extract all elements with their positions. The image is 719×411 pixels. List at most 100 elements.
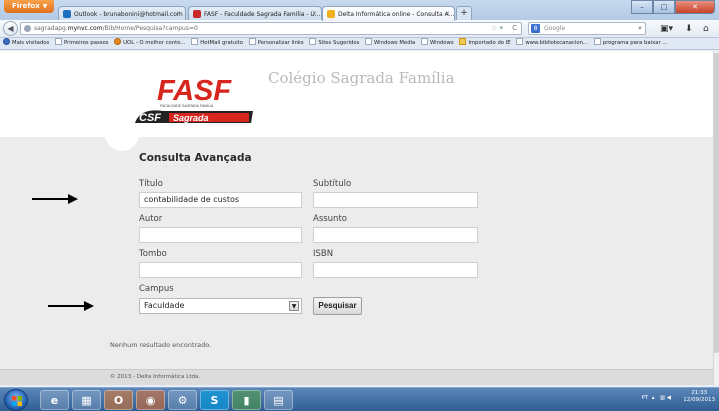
bookmark-item[interactable]: Importado do IE [459,38,511,49]
tab-label: FASF - Faculdade Sagrada Família - U... [204,11,321,18]
clock-time: 21:33 [691,390,708,396]
page-footer: © 2013 - Delta Informática Ltda. [0,369,713,385]
taskbar-skype-icon[interactable]: S [200,390,229,410]
assunto-field[interactable] [313,227,478,243]
address-bar[interactable]: sagradapg.mynvc.com/Bib/Home/Pesquisa?ca… [20,22,522,35]
system-tray[interactable]: PT ▴ ▥ ◀ [642,395,671,401]
logo-tagline: FACULDADE SAGRADA FAMÍLIA [160,104,214,108]
bookmark-label: Primeiros passos [63,40,109,46]
search-placeholder: Google [544,25,566,32]
bookmark-star-icon[interactable]: ☆ ▾ [491,23,503,34]
taskbar-firefox-icon[interactable]: ◉ [136,390,165,410]
page-icon [191,38,199,45]
close-tab-icon[interactable]: × [312,10,317,17]
bookmark-item[interactable]: Personalizar links [248,38,304,49]
dropdown-arrow-icon[interactable]: ▼ [289,301,299,311]
start-button[interactable] [4,389,28,411]
tab-delta[interactable]: Delta Informática online - Consulta A...… [322,6,455,21]
taskbar-office-icon[interactable]: O [104,390,133,410]
bookmark-item[interactable]: www.bibliotecanacion... [516,38,588,49]
bookmark-label: Sites Sugeridos [318,40,360,46]
new-tab-button[interactable]: + [456,6,472,20]
taskbar-winrar-icon[interactable]: ▮ [232,390,261,410]
uol-icon [114,38,122,45]
autor-label: Autor [139,214,163,224]
tray-arrow-icon[interactable]: ▴ [650,395,658,401]
network-icon[interactable]: ▥ [660,395,665,401]
tombo-field[interactable] [139,262,302,278]
bookmark-item[interactable]: Sites Sugeridos [309,38,359,49]
vertical-scrollbar[interactable] [713,51,719,385]
windows-logo-icon [12,396,22,406]
taskbar-app-icon[interactable]: ⚙ [168,390,197,410]
tab-fasf[interactable]: FASF - Faculdade Sagrada Família - U... … [188,6,322,21]
back-arrow-icon[interactable]: ◀ [3,21,18,36]
window-titlebar: Firefox ▼ Outlook - brunabonini@hotmail.c… [0,0,719,21]
clock[interactable]: 21:33 12/09/2013 [683,390,715,410]
bookmark-item[interactable]: Mais visitados [3,38,49,49]
titulo-label: Título [139,179,163,189]
autor-field[interactable] [139,227,302,243]
search-bar[interactable]: 8 Google ⌕ [528,22,646,35]
bookmark-label: Importado do IE [468,40,511,46]
windows-taskbar: e ▦ O ◉ ⚙ S ▮ ▤ PT ▴ ▥ ◀ 21:33 12/09/201… [0,387,719,411]
bookmarks-menu-icon[interactable]: ▣▾ [660,23,673,35]
close-window-icon[interactable]: ✕ [675,0,715,14]
page-icon [248,38,256,45]
arrow-right-icon [32,194,78,204]
close-tab-icon[interactable]: × [176,10,181,17]
page-icon [516,38,524,45]
arrow-right-icon [48,301,94,311]
most-visited-icon [3,38,10,45]
chevron-down-icon: ▼ [42,3,48,10]
tab-label: Delta Informática online - Consulta A... [338,11,455,18]
tab-outlook[interactable]: Outlook - brunabonini@hotmail.com × [58,6,186,21]
titulo-field[interactable]: contabilidade de custos [139,192,302,208]
home-icon[interactable]: ⌂ [703,23,709,35]
bookmark-label: Windows [429,40,454,46]
close-tab-icon[interactable]: × [445,10,450,17]
logo-text: FASF [157,75,232,107]
fasf-favicon-icon [193,10,201,18]
copyright-text: © 2013 - Delta Informática Ltda. [110,374,201,380]
page-icon [420,38,428,45]
delta-favicon-icon [327,10,335,18]
minimize-icon[interactable]: – [631,0,653,14]
taskbar-document-icon[interactable]: ▤ [264,390,293,410]
bookmark-label: HotMail gratuito [200,40,243,46]
search-icon[interactable]: ⌕ [638,23,642,34]
volume-icon[interactable]: ◀ [667,395,671,401]
firefox-menu-label: Firefox [12,2,40,10]
fasf-logo[interactable]: FASF FACULDADE SAGRADA FAMÍLIA CSF Sagra… [133,73,255,131]
bookmark-item[interactable]: Windows Media [365,38,415,49]
site-identity-icon[interactable] [24,25,31,32]
subtitulo-label: Subtítulo [313,179,352,189]
language-indicator[interactable]: PT [642,395,649,401]
bookmark-item[interactable]: Windows [420,38,454,49]
maximize-icon[interactable]: □ [653,0,675,14]
url-prefix: sagradapg. [34,25,68,32]
campus-label: Campus [139,284,174,294]
folder-icon [459,38,467,45]
firefox-menu-button[interactable]: Firefox ▼ [4,0,54,13]
bookmark-item[interactable]: Primeiros passos [54,38,109,49]
page-content: FASF FACULDADE SAGRADA FAMÍLIA CSF Sagra… [0,51,713,385]
tombo-label: Tombo [139,249,167,259]
bookmark-item[interactable]: HotMail gratuito [191,38,243,49]
subtitulo-field[interactable] [313,192,478,208]
isbn-label: ISBN [313,249,334,259]
bookmark-item[interactable]: programa para baixar ... [593,38,667,49]
clock-date: 12/09/2013 [683,397,715,403]
tab-label: Outlook - brunabonini@hotmail.com [74,11,183,18]
bookmark-item[interactable]: UOL - O melhor conte... [114,38,186,49]
download-icon[interactable]: ⬇ [685,23,693,35]
bookmark-label: Mais visitados [12,40,50,46]
taskbar-ie-icon[interactable]: e [40,390,69,410]
scrollbar-thumb[interactable] [714,53,719,353]
taskbar-explorer-icon[interactable]: ▦ [72,390,101,410]
search-button[interactable]: Pesquisar [313,297,362,315]
reload-icon[interactable]: C [512,23,517,34]
campus-select[interactable]: Faculdade ▼ [139,298,302,314]
bookmark-label: UOL - O melhor conte... [123,40,186,46]
isbn-field[interactable] [313,262,478,278]
